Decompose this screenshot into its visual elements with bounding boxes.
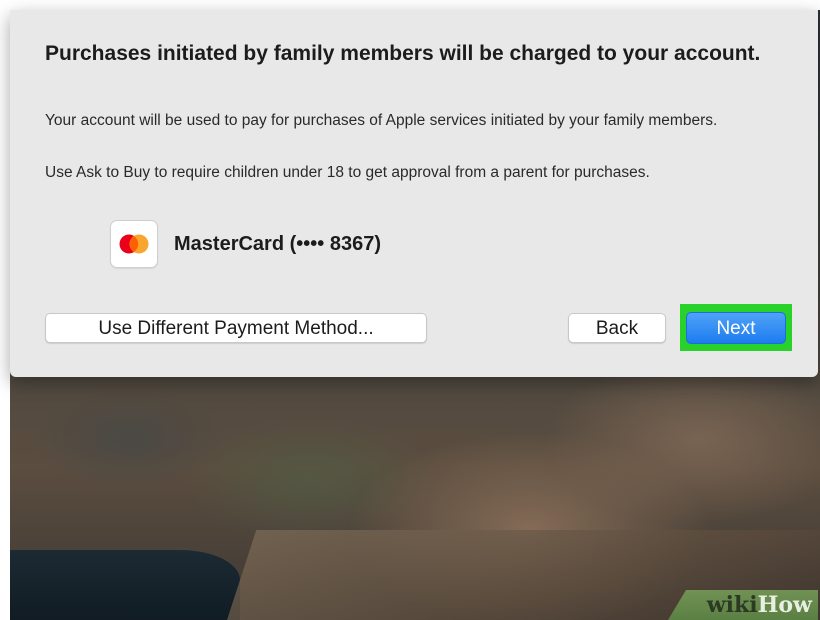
dialog-heading: Purchases initiated by family members wi…: [45, 42, 761, 65]
back-button[interactable]: Back: [568, 313, 666, 343]
watermark-part-2: How: [757, 592, 812, 618]
wikihow-watermark: wikiHow: [668, 590, 818, 620]
use-different-payment-button[interactable]: Use Different Payment Method...: [45, 313, 427, 343]
background-water: [10, 550, 240, 620]
next-button[interactable]: Next: [686, 312, 786, 344]
mastercard-logo: [119, 234, 149, 254]
payment-card-row: MasterCard (•••• 8367): [110, 220, 381, 268]
payment-card-label: MasterCard (•••• 8367): [174, 232, 381, 255]
dialog-description: Your account will be used to pay for pur…: [45, 112, 718, 129]
watermark-part-1: wiki: [706, 592, 758, 618]
family-payment-dialog: Purchases initiated by family members wi…: [10, 10, 818, 377]
ask-to-buy-description: Use Ask to Buy to require children under…: [45, 164, 650, 181]
mastercard-icon: [110, 220, 158, 268]
